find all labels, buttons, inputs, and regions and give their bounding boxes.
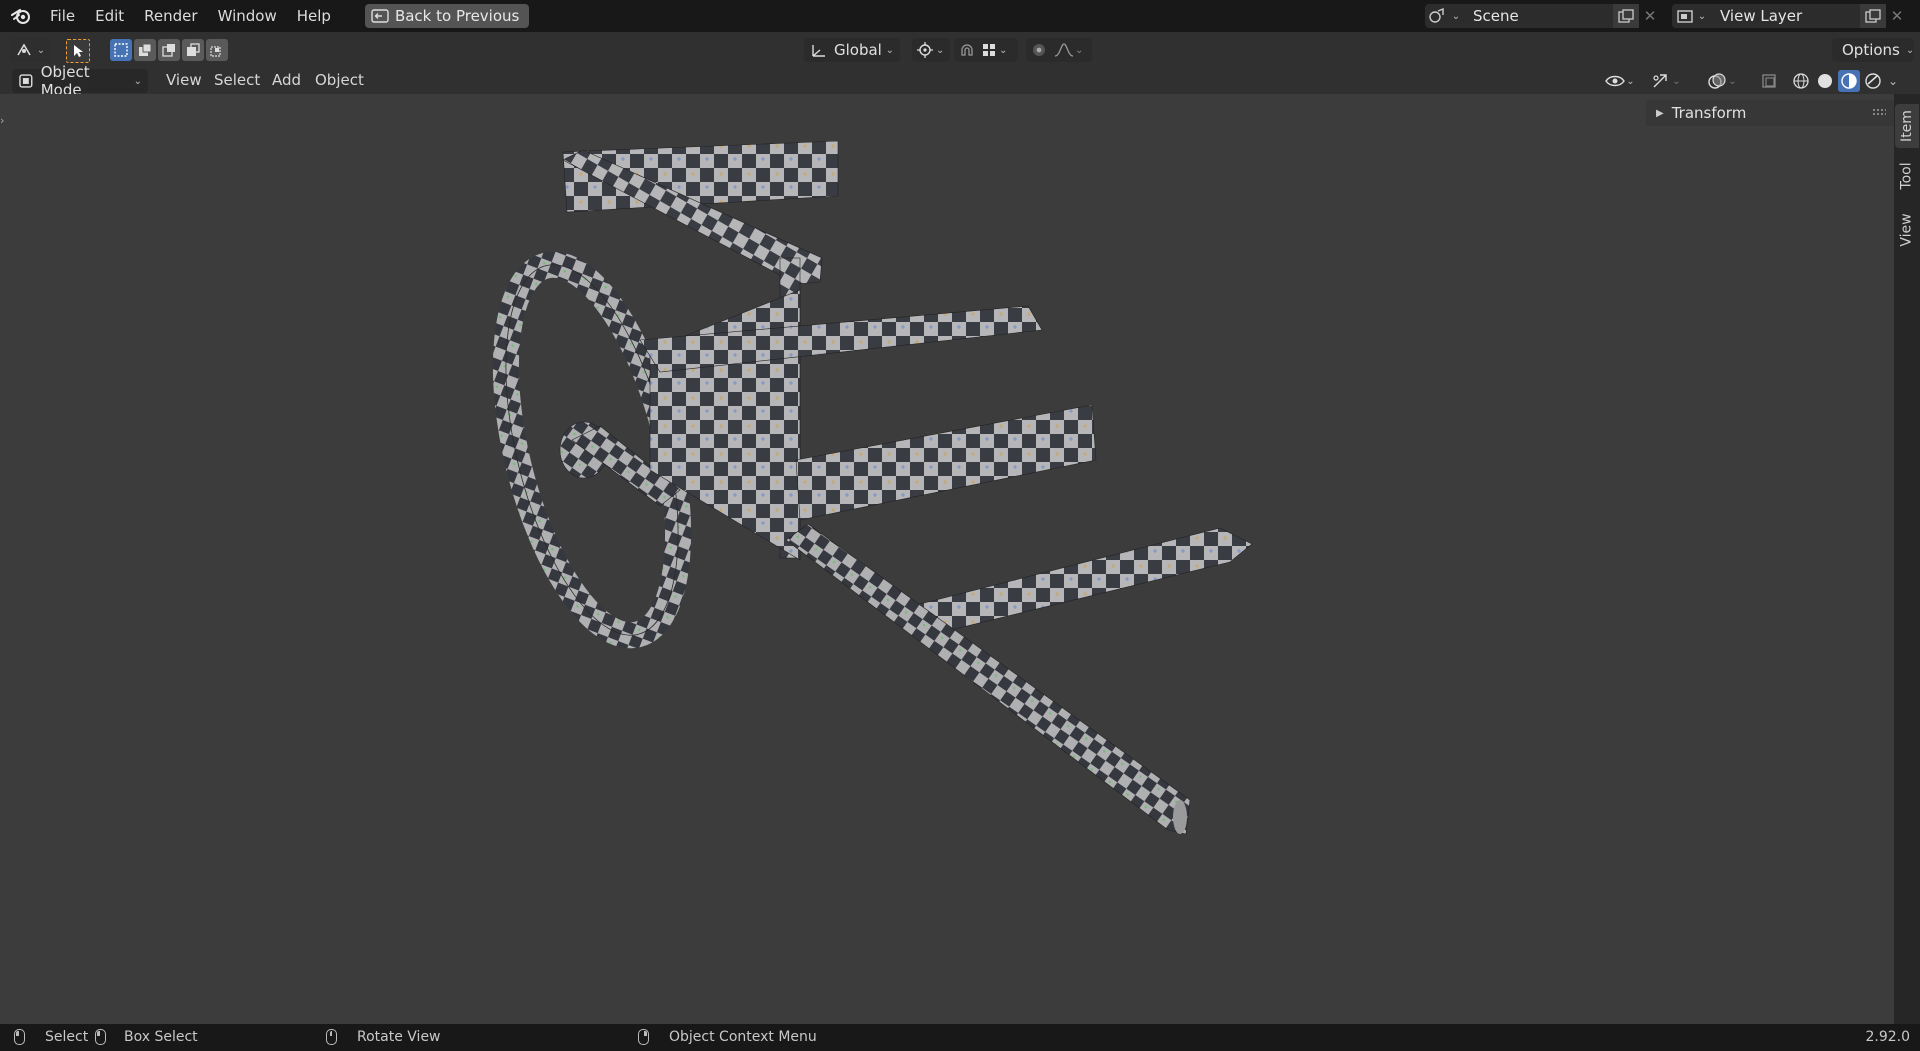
xray-toggle-icon[interactable]: [1758, 70, 1780, 92]
view-layer-icon[interactable]: ⌄: [1672, 4, 1710, 28]
object-menu[interactable]: Object: [311, 71, 368, 89]
orientation-axes-icon: [812, 45, 825, 57]
status-rotate-view: Rotate View: [326, 1029, 441, 1045]
mode-set-icon[interactable]: [110, 39, 132, 61]
view-menu[interactable]: View: [162, 71, 206, 89]
status-box-select: Box Select: [95, 1029, 198, 1045]
add-menu[interactable]: Add: [268, 71, 305, 89]
tab-tool[interactable]: Tool: [1895, 154, 1919, 198]
shading-options-chevron-icon[interactable]: ⌄: [1886, 70, 1900, 92]
top-bar: File Edit Render Window Help Back to Pre…: [0, 0, 1920, 32]
tab-view[interactable]: View: [1895, 208, 1919, 252]
proportional-edit-icon[interactable]: [1030, 41, 1048, 59]
snapping-controls[interactable]: ⌄: [954, 38, 1018, 62]
orientation-label: Global: [834, 41, 882, 59]
mouse-left-icon: [14, 1029, 25, 1045]
mode-intersect-icon[interactable]: [206, 39, 228, 61]
solid-shading-icon[interactable]: [1814, 70, 1836, 92]
3d-viewport[interactable]: › ▶ Transform: [0, 94, 1894, 1024]
wireframe-shading-icon[interactable]: [1790, 70, 1812, 92]
mouse-middle-icon: [326, 1029, 337, 1045]
proportional-editing-controls[interactable]: ⌄: [1026, 38, 1092, 62]
gizmo-toggle-icon[interactable]: ⌄: [1646, 70, 1686, 92]
status-box-select-label: Box Select: [124, 1029, 198, 1045]
mode-extend-icon[interactable]: [134, 39, 156, 61]
transform-label: Transform: [1671, 104, 1747, 122]
editor-type-icon: [17, 43, 31, 56]
new-scene-icon[interactable]: [1613, 4, 1639, 28]
status-select-label: Select: [45, 1029, 89, 1045]
view-layer-name-field[interactable]: View Layer: [1710, 4, 1860, 28]
select-menu[interactable]: Select: [210, 71, 264, 89]
delete-scene-icon[interactable]: ✕: [1639, 4, 1661, 28]
status-rotate-view-label: Rotate View: [357, 1029, 441, 1045]
back-to-previous-label: Back to Previous: [394, 7, 520, 25]
options-label: Options: [1842, 41, 1900, 59]
menu-edit[interactable]: Edit: [85, 3, 134, 29]
falloff-curve-icon[interactable]: [1054, 42, 1074, 58]
transform-panel-header[interactable]: ▶ Transform: [1646, 100, 1894, 126]
status-context-menu-label: Object Context Menu: [669, 1029, 817, 1045]
mouse-drag-icon: [95, 1029, 106, 1045]
status-select: Select: [14, 1029, 88, 1045]
magnet-icon[interactable]: [958, 41, 976, 59]
status-bar: Select Box Select Rotate View Object Con…: [0, 1024, 1920, 1051]
editor-type-button[interactable]: ⌄: [10, 38, 50, 62]
new-view-layer-icon[interactable]: [1860, 4, 1886, 28]
sidebar-tabs: Item Tool View: [1894, 94, 1920, 1024]
transform-orientation-dropdown[interactable]: Global ⌄: [804, 38, 900, 62]
version-label: 2.92.0: [1865, 1029, 1910, 1045]
blender-logo-icon[interactable]: [10, 5, 32, 27]
overlays-toggle-icon[interactable]: ⌄: [1702, 70, 1742, 92]
menu-render[interactable]: Render: [134, 3, 207, 29]
menu-window[interactable]: Window: [208, 3, 287, 29]
pivot-icon: [917, 42, 933, 58]
back-to-previous-button[interactable]: Back to Previous: [364, 4, 530, 28]
rendered-shading-icon[interactable]: [1862, 70, 1884, 92]
select-tool-icon[interactable]: [66, 39, 90, 63]
tool-header: ⌄ Global ⌄ ⌄ ⌄ ⌄ Options ⌄: [0, 32, 1920, 68]
scene-mesh-render[interactable]: [0, 94, 1894, 1024]
object-mode-icon: [19, 74, 33, 88]
menu-help[interactable]: Help: [287, 3, 341, 29]
delete-view-layer-icon[interactable]: ✕: [1886, 4, 1908, 28]
scene-icon[interactable]: ⌄: [1425, 4, 1463, 28]
expand-triangle-icon: ▶: [1656, 107, 1664, 119]
back-arrow-icon: [371, 9, 389, 23]
mouse-right-icon: [638, 1029, 649, 1045]
drag-grip-icon[interactable]: [1872, 108, 1886, 116]
scene-selector[interactable]: ⌄ Scene ✕: [1425, 4, 1661, 28]
pivot-point-dropdown[interactable]: ⌄: [912, 38, 950, 62]
scene-name-field[interactable]: Scene: [1463, 4, 1613, 28]
mode-subtract-icon[interactable]: [158, 39, 180, 61]
tab-item[interactable]: Item: [1895, 104, 1919, 148]
view-layer-selector[interactable]: ⌄ View Layer ✕: [1672, 4, 1908, 28]
material-preview-shading-icon[interactable]: [1838, 70, 1860, 92]
object-mode-dropdown[interactable]: Object Mode ⌄: [12, 63, 148, 99]
viewport-header: Object Mode ⌄ View Select Add Object ⌄ ⌄…: [0, 63, 1920, 99]
mode-invert-icon[interactable]: [182, 39, 204, 61]
snap-increment-icon[interactable]: [982, 43, 996, 57]
visibility-selectability-icon[interactable]: ⌄: [1602, 70, 1638, 92]
options-dropdown[interactable]: Options ⌄: [1832, 38, 1914, 62]
menu-file[interactable]: File: [40, 3, 85, 29]
status-context-menu: Object Context Menu: [638, 1029, 817, 1045]
